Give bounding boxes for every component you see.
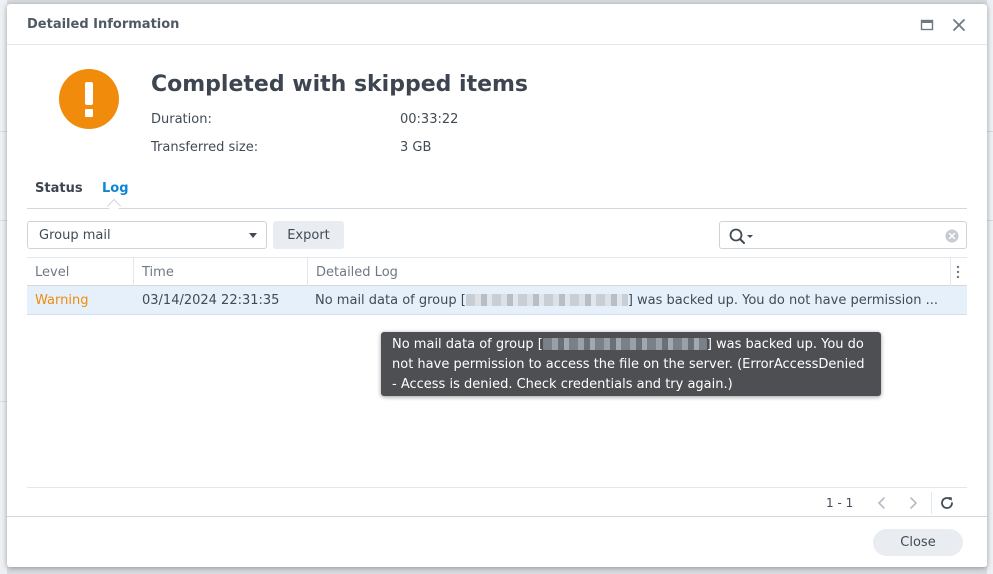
close-button[interactable]: Close — [873, 529, 963, 556]
chevron-left-icon[interactable] — [874, 495, 890, 511]
log-filter-value: Group mail — [39, 228, 111, 243]
active-tab-indicator — [106, 198, 122, 214]
export-button[interactable]: Export — [273, 221, 344, 249]
background-panel-left — [0, 0, 7, 574]
transferred-size-value: 3 GB — [400, 140, 432, 155]
chevron-down-icon — [249, 233, 257, 238]
background-panel-right — [987, 0, 993, 574]
pagination-bar: 1 - 1 — [27, 487, 967, 517]
column-divider[interactable] — [307, 258, 308, 286]
row-time: 03/14/2024 22:31:35 — [142, 293, 280, 308]
table-row[interactable]: Warning 03/14/2024 22:31:35 No mail data… — [27, 286, 967, 315]
redacted-group-name — [465, 294, 628, 306]
tooltip-text-prefix: No mail data of group [ — [392, 337, 543, 352]
warning-exclamation-icon — [59, 69, 119, 129]
row-level: Warning — [35, 293, 89, 308]
dialog-footer: Close — [7, 516, 987, 567]
tab-log[interactable]: Log — [102, 181, 129, 196]
tab-bar: Status Log — [27, 181, 967, 214]
column-header-time[interactable]: Time — [142, 265, 174, 280]
column-header-detailed-log[interactable]: Detailed Log — [316, 265, 398, 280]
pager-divider — [931, 492, 932, 514]
tooltip-line: No mail data of group [ ] was backed up. … — [392, 335, 870, 355]
redacted-group-name — [542, 338, 707, 350]
background-divider — [987, 131, 993, 132]
grid-header: Level Time Detailed Log — [27, 257, 967, 286]
log-tooltip: No mail data of group [ ] was backed up. … — [381, 332, 881, 396]
search-input[interactable] — [719, 221, 967, 249]
background-divider — [0, 220, 7, 221]
dialog-title: Detailed Information — [27, 17, 180, 32]
maximize-icon[interactable] — [916, 14, 938, 36]
kebab-menu-icon[interactable] — [952, 264, 964, 280]
background-divider — [987, 220, 993, 221]
row-detailed-log: No mail data of group [ ] was backed up. … — [315, 293, 938, 308]
page-count: 1 - 1 — [826, 496, 854, 510]
dialog-titlebar: Detailed Information — [7, 4, 987, 45]
result-headline: Completed with skipped items — [151, 72, 529, 97]
column-divider[interactable] — [133, 258, 134, 286]
column-divider — [950, 258, 951, 286]
tooltip-line: - Access is denied. Check credentials an… — [392, 377, 733, 392]
log-filter-select[interactable]: Group mail — [27, 221, 267, 249]
tab-status[interactable]: Status — [35, 181, 83, 196]
background-divider — [0, 131, 7, 132]
column-header-level[interactable]: Level — [35, 265, 69, 280]
search-icon[interactable] — [728, 227, 756, 245]
chevron-right-icon[interactable] — [905, 495, 921, 511]
close-icon[interactable] — [948, 14, 970, 36]
tooltip-line: not have permission to access the file o… — [392, 357, 865, 372]
log-text-suffix: ] was backed up. You do not have permiss… — [627, 293, 938, 308]
detailed-information-dialog: Detailed Information Completed with skip… — [7, 4, 987, 567]
tooltip-text-suffix: ] was backed up. You do — [706, 337, 864, 352]
background-divider — [0, 401, 7, 402]
refresh-icon[interactable] — [939, 495, 955, 511]
clear-icon[interactable] — [945, 228, 959, 243]
log-text-prefix: No mail data of group [ — [315, 293, 466, 308]
duration-label: Duration: — [151, 112, 212, 127]
transferred-size-label: Transferred size: — [151, 140, 259, 155]
duration-value: 00:33:22 — [400, 112, 459, 127]
